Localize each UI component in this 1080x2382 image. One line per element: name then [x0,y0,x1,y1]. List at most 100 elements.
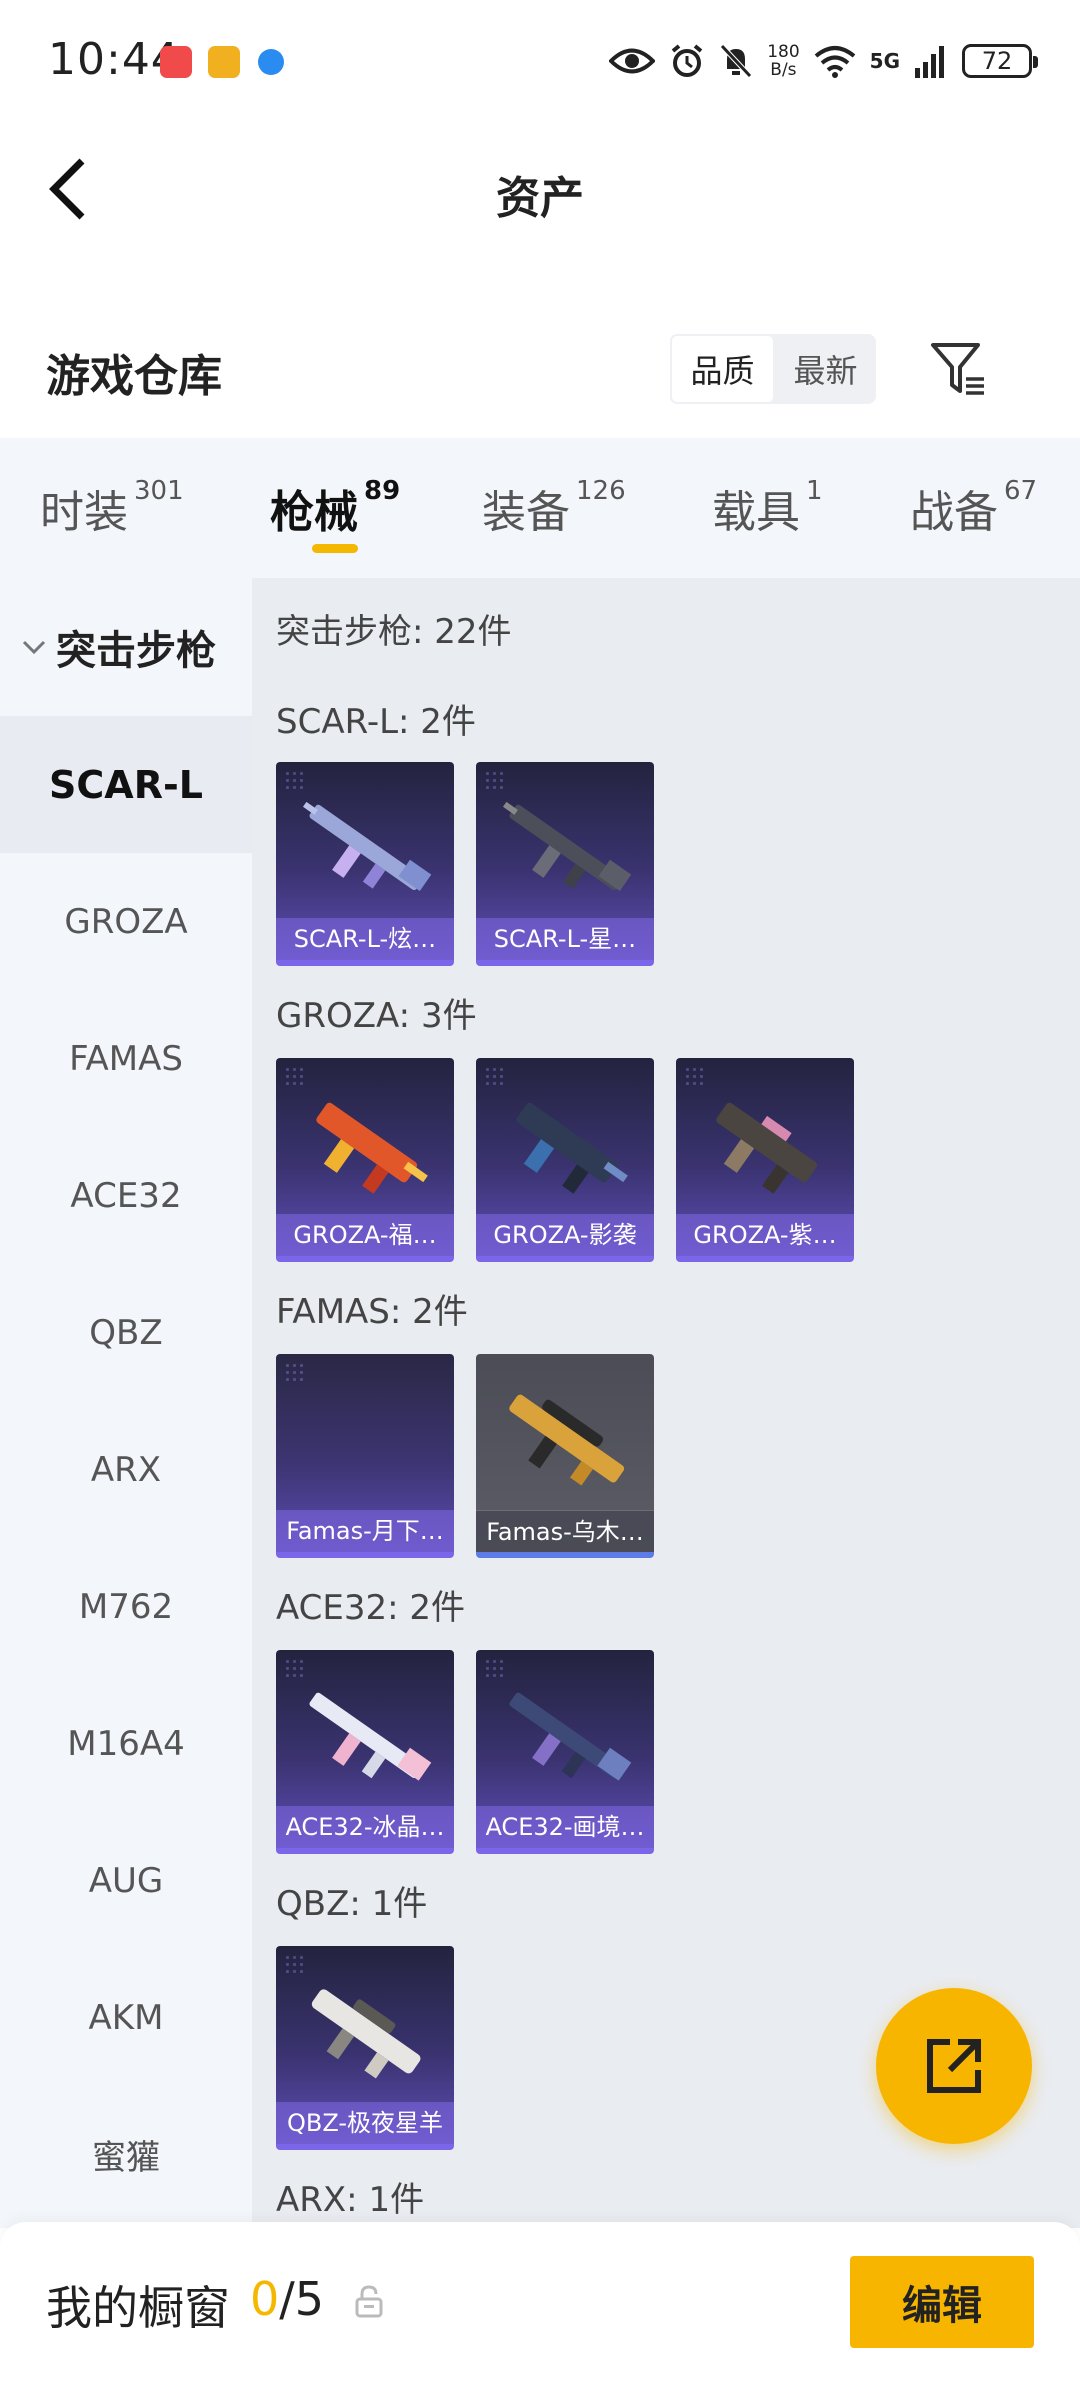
sidebar-item-honey-badger[interactable]: 蜜獾 [0,2086,252,2223]
tab-count: 67 [1004,476,1038,506]
sort-quality-button[interactable]: 品质 [670,334,775,404]
status-bar: 10:44 180 B/s 5G 72 [0,0,1080,126]
weapon-sidebar: 突击步枪 SCAR-L GROZA FAMAS ACE32 QBZ ARX M7… [0,578,252,2228]
nav-bar: 资产 [0,126,1080,250]
tab-label: 时装 [40,487,128,538]
sidebar-item-m762[interactable]: M762 [0,1538,252,1675]
group-title: SCAR-L: 2件 [276,702,476,742]
wifi-icon [814,46,855,78]
sort-latest-button[interactable]: 最新 [775,334,876,404]
edit-button[interactable]: 编辑 [850,2256,1034,2348]
tab-label: 战备 [910,487,998,538]
gun-image [509,1394,625,1486]
battery-level: 72 [981,47,1013,75]
tab-count: 301 [134,476,184,506]
sidebar-item-qbz[interactable]: QBZ [0,1264,252,1401]
lock-icon [355,2285,383,2318]
gun-image [516,1102,628,1194]
eye-icon [609,48,656,74]
category-tabs: 时装 301 枪械 89 装备 126 载具 1 战备 67 [0,438,1080,578]
sidebar-item-famas[interactable]: FAMAS [0,990,252,1127]
sidebar-item-akm[interactable]: AKM [0,1949,252,2086]
group-title: ACE32: 2件 [276,1588,466,1628]
page-title: 资产 [496,173,584,224]
showcase-total: /5 [279,2272,325,2326]
weapon-card-label: GROZA-福… [276,1214,454,1256]
gun-image [309,1692,432,1781]
chevron-down-icon [22,640,46,655]
app-notification-icon-gold [208,46,240,78]
showcase-bar: 我的橱窗 0/5 编辑 [0,2222,1080,2382]
tab-count: 126 [576,476,626,506]
mute-icon [720,44,753,78]
share-button[interactable] [876,1988,1032,2144]
gun-image [311,1989,421,2079]
weapon-card-label: ACE32-冰晶… [276,1806,454,1848]
active-tab-indicator [312,544,358,553]
showcase-count: 0/5 [250,2272,324,2326]
group-title: ARX: 1件 [276,2180,425,2220]
gun-image [502,801,632,892]
tab-label: 载具 [712,487,800,538]
filter-icon [931,343,984,395]
gun-image [302,801,432,892]
section-header: 游戏仓库 品质 最新 [0,322,1080,422]
weapon-card-label: SCAR-L-炫… [276,918,454,960]
sidebar-item-ace32[interactable]: ACE32 [0,1127,252,1264]
tab-guns[interactable]: 枪械 89 [270,476,400,540]
section-title: 游戏仓库 [46,351,222,402]
sidebar-item-arx[interactable]: ARX [0,1401,252,1538]
signal-icon [915,46,944,78]
weapon-card-label: Famas-月下… [276,1510,454,1552]
gun-image [716,1102,818,1194]
share-icon [927,2039,981,2093]
weapon-grid: 突击步枪: 22件 SCAR-L: 2件 SCAR-L-炫… SCAR-L-星…… [252,578,1080,2228]
sort-toggle: 品质 最新 [670,334,876,404]
weapon-card[interactable]: QBZ-极夜星羊 [276,1946,454,2150]
sidebar-item-groza[interactable]: GROZA [0,853,252,990]
weapon-card[interactable]: GROZA-福… [276,1058,454,1262]
group-title: FAMAS: 2件 [276,1292,468,1332]
tab-label: 装备 [482,487,570,538]
weapon-card-label: QBZ-极夜星羊 [276,2102,454,2144]
sidebar-item-scar-l[interactable]: SCAR-L [0,716,252,853]
card-pattern [284,1362,306,1384]
weapon-card-label: GROZA-紫… [676,1214,854,1256]
net-speed: 180 B/s [767,43,799,79]
tab-combat-gear[interactable]: 战备 67 [910,476,1037,540]
tab-fashion[interactable]: 时装 301 [40,476,184,540]
weapon-card-label: GROZA-影袭 [476,1214,654,1256]
net-speed-unit: B/s [770,60,797,80]
category-summary: 突击步枪: 22件 [276,612,512,652]
showcase-current: 0 [250,2272,280,2326]
showcase-title: 我的橱窗 [46,2281,230,2335]
weapon-card-label: ACE32-画境… [476,1806,654,1848]
sidebar-item-m16a4[interactable]: M16A4 [0,1675,252,1812]
tab-count: 89 [364,476,401,506]
weapon-card[interactable]: ACE32-冰晶… [276,1650,454,1854]
battery-icon: 72 [962,44,1038,78]
weapon-card[interactable]: Famas-乌木… [476,1354,654,1558]
weapon-card[interactable]: ACE32-画境… [476,1650,654,1854]
weapon-card-label: SCAR-L-星… [476,918,654,960]
net-speed-value: 180 [767,42,800,62]
network-type: 5G [869,49,900,73]
group-title: GROZA: 3件 [276,996,477,1036]
sidebar-category-label: 突击步枪 [56,628,216,674]
weapon-card-label: Famas-乌木… [476,1510,654,1552]
app-notification-icon-red [160,46,192,78]
gun-image [316,1102,428,1194]
sidebar-category-header[interactable]: 突击步枪 [0,578,252,716]
alarm-icon [671,44,703,77]
tab-count: 1 [806,476,823,506]
tab-equipment[interactable]: 装备 126 [482,476,626,540]
sidebar-item-aug[interactable]: AUG [0,1812,252,1949]
weapon-card[interactable]: Famas-月下… [276,1354,454,1558]
tab-vehicles[interactable]: 载具 1 [712,476,823,540]
weapon-card[interactable]: GROZA-紫… [676,1058,854,1262]
gun-image [509,1692,632,1781]
weapon-card[interactable]: GROZA-影袭 [476,1058,654,1262]
weapon-card[interactable]: SCAR-L-炫… [276,762,454,966]
weapon-card[interactable]: SCAR-L-星… [476,762,654,966]
filter-button[interactable] [926,336,992,402]
